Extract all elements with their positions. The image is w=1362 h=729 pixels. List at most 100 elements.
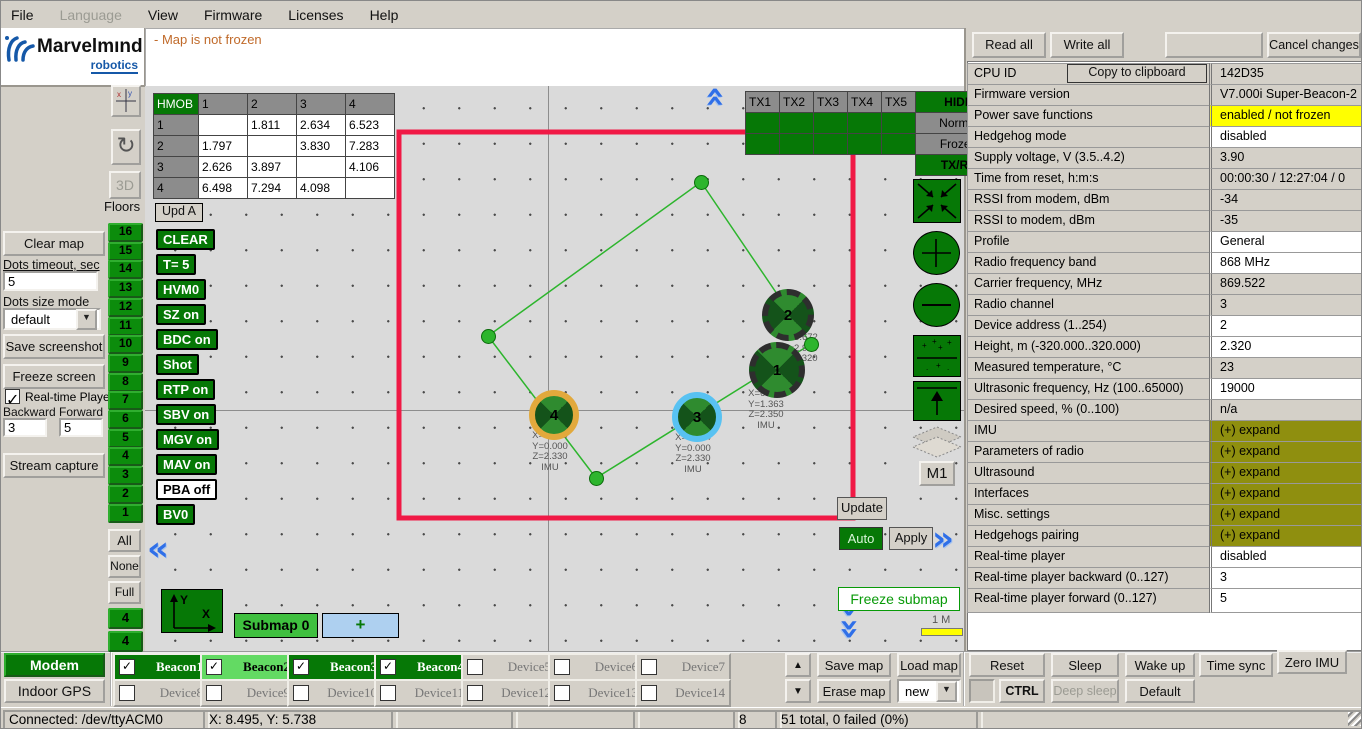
floors-full-button[interactable]: Full	[108, 581, 141, 604]
menu-help[interactable]: Help	[370, 7, 413, 23]
reset-button[interactable]: Reset	[969, 653, 1045, 677]
floor-button-4[interactable]: 4	[108, 447, 143, 466]
device-cell-beacon4[interactable]: ✓Beacon4	[374, 653, 470, 681]
map-button-mav-on[interactable]: MAV on	[156, 454, 217, 475]
floor-button-12[interactable]: 12	[108, 298, 143, 317]
tx-status-cell[interactable]	[746, 113, 780, 134]
freeze-screen-button[interactable]: Freeze screen	[3, 364, 105, 389]
device-cell-device11[interactable]: Device11	[374, 679, 470, 707]
dots-timeout-input[interactable]	[3, 271, 98, 291]
floor-extra-1[interactable]: 4	[108, 631, 143, 652]
floors-none-button[interactable]: None	[108, 555, 141, 578]
submap-vertex-dot[interactable]	[804, 337, 819, 352]
devices-scroll-down[interactable]: ▼	[785, 679, 811, 703]
floor-button-2[interactable]: 2	[108, 485, 143, 504]
device-checkbox[interactable]	[641, 659, 657, 675]
map-button-t-5[interactable]: T= 5	[156, 254, 196, 275]
tx-status-cell[interactable]	[814, 113, 848, 134]
device-cell-beacon2[interactable]: ✓Beacon2	[200, 653, 296, 681]
chevron-down-icon[interactable]: ▼	[76, 309, 97, 330]
stream-capture-button[interactable]: Stream capture	[3, 453, 105, 478]
map-button-shot[interactable]: Shot	[156, 354, 199, 375]
freeze-submap-button[interactable]: Freeze submap	[838, 587, 960, 611]
tx-status-cell[interactable]	[746, 134, 780, 155]
floor-button-6[interactable]: 6	[108, 410, 143, 429]
floor-button-5[interactable]: 5	[108, 429, 143, 448]
rotate-icon[interactable]: ↻	[111, 129, 141, 165]
floor-button-7[interactable]: 7	[108, 391, 143, 410]
chevron-down-icon[interactable]: ▼	[936, 681, 957, 702]
floor-button-8[interactable]: 8	[108, 373, 143, 392]
upload-map-icon[interactable]	[913, 381, 961, 421]
device-cell-device10[interactable]: Device10	[287, 679, 383, 707]
menu-firmware[interactable]: Firmware	[204, 7, 276, 23]
xy-axes-icon[interactable]: xy	[111, 85, 141, 117]
menu-language[interactable]: Language	[60, 7, 136, 23]
dots-size-select[interactable]: default ▼	[3, 308, 101, 330]
ctrl-checkbox[interactable]	[969, 679, 995, 703]
device-checkbox[interactable]: ✓	[119, 659, 135, 675]
device-cell-device12[interactable]: Device12	[461, 679, 557, 707]
view-3d-button[interactable]: 3D	[109, 171, 141, 199]
save-map-button[interactable]: Save map	[817, 653, 891, 677]
floors-all-button[interactable]: All	[108, 529, 141, 552]
device-checkbox[interactable]	[206, 685, 222, 701]
device-checkbox[interactable]: ✓	[206, 659, 222, 675]
menu-view[interactable]: View	[148, 7, 192, 23]
zoom-out-icon[interactable]	[913, 283, 960, 327]
load-map-button[interactable]: Load map	[897, 653, 961, 677]
device-checkbox[interactable]	[380, 685, 396, 701]
device-checkbox[interactable]	[641, 685, 657, 701]
zoom-in-icon[interactable]	[913, 231, 960, 275]
device-checkbox[interactable]	[554, 659, 570, 675]
erase-map-button[interactable]: Erase map	[817, 679, 891, 703]
device-checkbox[interactable]	[293, 685, 309, 701]
menu-file[interactable]: File	[11, 7, 48, 23]
devices-scroll-up[interactable]: ▲	[785, 653, 811, 677]
device-cell-device14[interactable]: Device14	[635, 679, 731, 707]
add-submap-button[interactable]: +	[322, 613, 399, 638]
device-checkbox[interactable]	[467, 685, 483, 701]
time-sync-button[interactable]: Time sync	[1199, 653, 1273, 677]
map-button-sbv-on[interactable]: SBV on	[156, 404, 216, 425]
tx-status-cell[interactable]	[848, 113, 882, 134]
default-button[interactable]: Default	[1125, 679, 1195, 703]
floor-button-1[interactable]: 1	[108, 504, 143, 523]
copy-to-clipboard-button[interactable]: Copy to clipboard	[1067, 64, 1207, 83]
tx-status-cell[interactable]	[814, 134, 848, 155]
ctrl-button[interactable]: CTRL	[999, 679, 1045, 703]
beacon-2[interactable]: 2	[762, 289, 814, 341]
blank-button[interactable]	[1165, 32, 1263, 58]
map-button-bv0[interactable]: BV0	[156, 504, 195, 525]
scroll-up-icon[interactable]: «	[702, 86, 730, 108]
backward-input[interactable]	[3, 418, 47, 437]
device-checkbox[interactable]	[119, 685, 135, 701]
floor-button-9[interactable]: 9	[108, 354, 143, 373]
device-cell-device5[interactable]: Device5	[461, 653, 557, 681]
device-cell-device6[interactable]: Device6	[548, 653, 644, 681]
tx-status-cell[interactable]	[780, 134, 814, 155]
scroll-left-icon[interactable]: «	[147, 535, 169, 563]
dots-filter-icon[interactable]: ++++.+.	[913, 335, 961, 377]
cancel-changes-button[interactable]: Cancel changes	[1267, 32, 1361, 58]
device-cell-device8[interactable]: Device8	[113, 679, 209, 707]
floor-extra-0[interactable]: 4	[108, 608, 143, 629]
map-button-clear[interactable]: CLEAR	[156, 229, 215, 250]
floor-button-14[interactable]: 14	[108, 260, 143, 279]
scroll-down2-icon[interactable]: »	[836, 618, 864, 640]
forward-input[interactable]	[59, 418, 103, 437]
layers-icon[interactable]	[909, 425, 965, 459]
floor-button-13[interactable]: 13	[108, 279, 143, 298]
clear-map-button[interactable]: Clear map	[3, 231, 105, 256]
device-cell-device9[interactable]: Device9	[200, 679, 296, 707]
submap-vertex-dot[interactable]	[589, 471, 604, 486]
floor-button-3[interactable]: 3	[108, 466, 143, 485]
tx-status-cell[interactable]	[848, 134, 882, 155]
device-checkbox[interactable]	[467, 659, 483, 675]
scroll-right-icon[interactable]: »	[932, 525, 954, 553]
fit-map-icon[interactable]	[913, 179, 961, 223]
deep-sleep-button[interactable]: Deep sleep	[1051, 679, 1119, 703]
device-checkbox[interactable]: ✓	[380, 659, 396, 675]
upd-a-button[interactable]: Upd A	[155, 203, 203, 222]
save-screenshot-button[interactable]: Save screenshot	[3, 334, 105, 359]
